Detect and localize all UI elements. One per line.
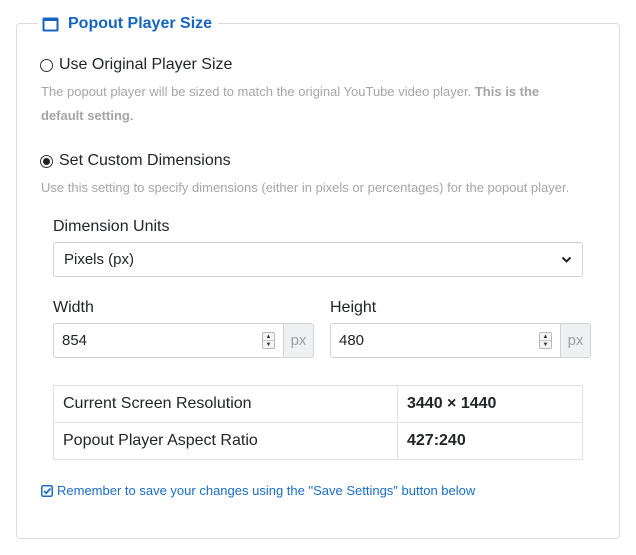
stepper-down-icon[interactable]: ▼ — [540, 340, 551, 348]
table-row: Current Screen Resolution 3440 × 1440 — [53, 385, 583, 423]
height-stepper[interactable]: ▲ ▼ — [539, 332, 552, 349]
stepper-up-icon[interactable]: ▲ — [263, 333, 274, 340]
width-input-group: 854 ▲ ▼ px — [53, 323, 314, 358]
table-cell-value: 3440 × 1440 — [397, 385, 583, 423]
stepper-down-icon[interactable]: ▼ — [263, 340, 274, 348]
table-cell-label: Popout Player Aspect Ratio — [53, 422, 398, 460]
radio-label-custom: Set Custom Dimensions — [59, 152, 231, 169]
radio-label-original: Use Original Player Size — [59, 56, 233, 73]
window-icon — [42, 17, 59, 31]
checked-box-icon — [41, 484, 53, 497]
dimension-units-value: Pixels (px) — [64, 251, 135, 268]
height-input-group: 480 ▲ ▼ px — [330, 323, 591, 358]
chevron-down-icon — [561, 256, 572, 263]
width-input[interactable]: 854 ▲ ▼ — [53, 323, 284, 358]
save-reminder-note: Remember to save your changes using the … — [41, 483, 475, 498]
height-label: Height — [330, 299, 377, 316]
radio-custom-dimensions[interactable]: Set Custom Dimensions — [40, 152, 231, 170]
width-stepper[interactable]: ▲ ▼ — [262, 332, 275, 349]
save-reminder-text: Remember to save your changes using the … — [57, 483, 476, 498]
width-value: 854 — [62, 332, 88, 349]
height-value: 480 — [339, 332, 365, 349]
section-title: Popout Player Size — [68, 15, 213, 32]
dimension-units-label: Dimension Units — [53, 218, 170, 235]
info-table: Current Screen Resolution 3440 × 1440 Po… — [53, 385, 583, 460]
help-text-original: The popout player will be sized to match… — [41, 84, 540, 123]
table-cell-value: 427:240 — [397, 422, 583, 460]
help-text-custom: Use this setting to specify dimensions (… — [41, 180, 570, 195]
radio-button-custom[interactable] — [40, 154, 53, 168]
width-label: Width — [53, 299, 94, 316]
height-unit-addon: px — [561, 323, 591, 358]
radio-button-original[interactable] — [40, 58, 53, 72]
table-cell-label: Current Screen Resolution — [53, 385, 398, 423]
width-unit-addon: px — [284, 323, 314, 358]
section-legend: Popout Player Size — [38, 12, 219, 36]
height-input[interactable]: 480 ▲ ▼ — [330, 323, 561, 358]
radio-original-size[interactable]: Use Original Player Size — [40, 56, 232, 74]
table-row: Popout Player Aspect Ratio 427:240 — [53, 422, 583, 460]
stepper-up-icon[interactable]: ▲ — [540, 333, 551, 340]
dimension-units-select[interactable]: Pixels (px) — [53, 242, 583, 277]
